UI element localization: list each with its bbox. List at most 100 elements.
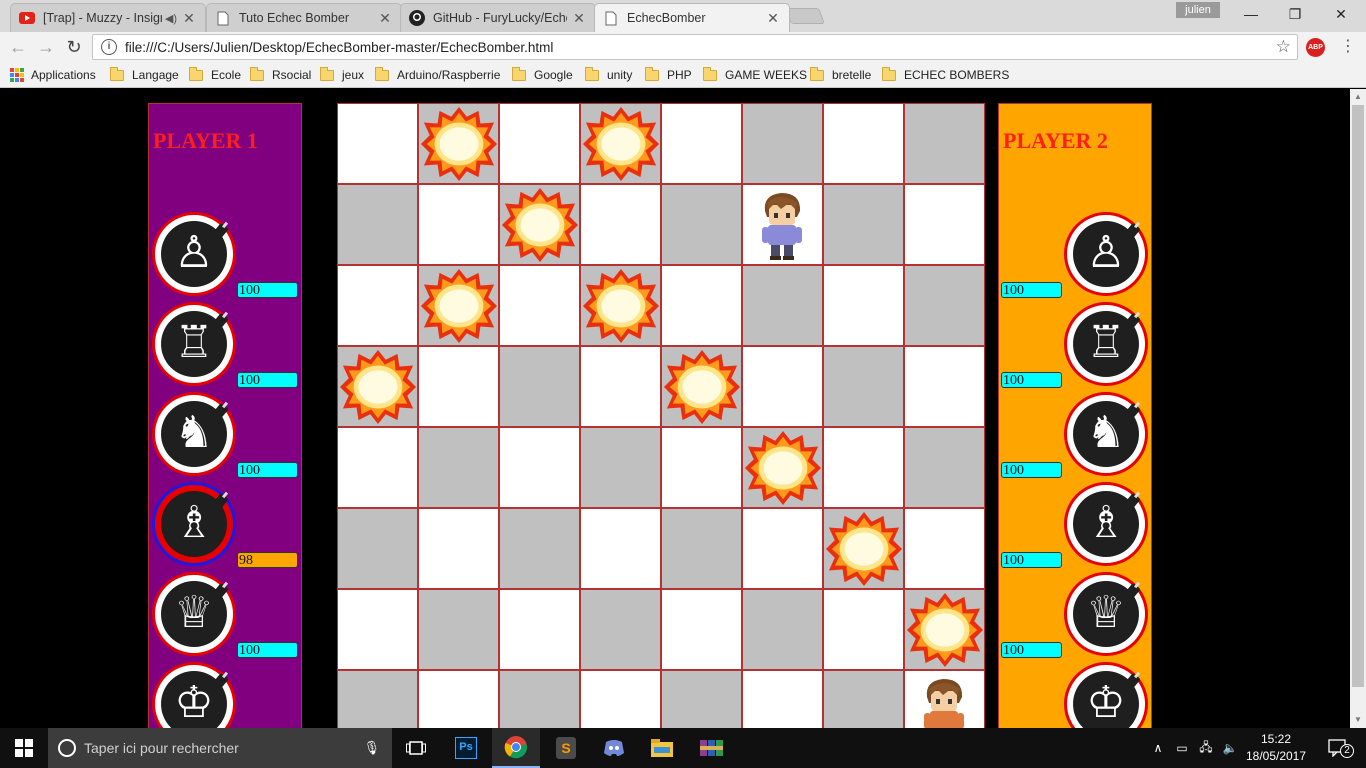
board-cell[interactable]	[580, 265, 661, 346]
player1-queen-token[interactable]: ♕	[152, 572, 236, 656]
bookmark-bretelle[interactable]: bretelle	[810, 66, 871, 83]
board-cell[interactable]	[499, 346, 580, 427]
board-cell[interactable]	[499, 670, 580, 728]
board-cell[interactable]	[742, 184, 823, 265]
scroll-up-icon[interactable]: ▲	[1350, 89, 1366, 105]
board-cell[interactable]	[904, 508, 985, 589]
close-tab-icon[interactable]: ✕	[571, 10, 587, 27]
board-cell[interactable]	[904, 103, 985, 184]
player1-king-token[interactable]: ♔	[152, 662, 236, 728]
board-cell[interactable]	[337, 265, 418, 346]
board-cell[interactable]	[661, 346, 742, 427]
board-cell[interactable]	[499, 589, 580, 670]
board-cell[interactable]	[580, 670, 661, 728]
board-cell[interactable]	[337, 508, 418, 589]
bookmark-php[interactable]: PHP	[645, 66, 692, 83]
page-scrollbar[interactable]: ▲ ▼	[1350, 89, 1366, 728]
player2-knight-token[interactable]: ♞	[1064, 392, 1148, 476]
network-icon[interactable]: 🖧	[1196, 728, 1216, 768]
close-tab-icon[interactable]: ✕	[377, 10, 393, 27]
board-cell[interactable]	[499, 184, 580, 265]
tab-github[interactable]: GitHub - FuryLucky/Eche ✕	[400, 3, 596, 32]
bookmark-star-icon[interactable]: ☆	[1276, 37, 1291, 57]
board-cell[interactable]	[904, 427, 985, 508]
speaker-icon[interactable]: ◀)	[165, 12, 177, 25]
player2-bishop-token[interactable]: ♗	[1064, 482, 1148, 566]
board-cell[interactable]	[904, 670, 985, 728]
board-cell[interactable]	[418, 427, 499, 508]
board-cell[interactable]	[742, 508, 823, 589]
board-cell[interactable]	[823, 508, 904, 589]
adblock-extension-icon[interactable]: ABP	[1306, 38, 1325, 57]
photoshop-icon[interactable]: Ps	[442, 728, 490, 768]
new-tab-button[interactable]	[785, 8, 825, 24]
sublime-icon[interactable]: S	[542, 728, 590, 768]
bookmark-ecole[interactable]: Ecole	[189, 66, 241, 83]
board-cell[interactable]	[661, 427, 742, 508]
board-cell[interactable]	[418, 265, 499, 346]
profile-button[interactable]: julien	[1176, 2, 1220, 18]
board-cell[interactable]	[823, 184, 904, 265]
board-cell[interactable]	[337, 346, 418, 427]
discord-icon[interactable]	[590, 728, 638, 768]
address-bar[interactable]: i file:///C:/Users/Julien/Desktop/EchecB…	[92, 34, 1298, 60]
player1-pawn-token[interactable]: ♙	[152, 212, 236, 296]
board-cell[interactable]	[823, 346, 904, 427]
bookmark-unity[interactable]: unity	[585, 66, 632, 83]
system-clock[interactable]: 15:22 18/05/2017	[1244, 731, 1308, 765]
board-cell[interactable]	[580, 427, 661, 508]
windows-start-icon[interactable]	[0, 728, 48, 768]
notifications-icon[interactable]: 2	[1318, 728, 1358, 768]
scrollbar-thumb[interactable]	[1352, 105, 1364, 687]
microphone-icon[interactable]: 🎙	[363, 740, 380, 756]
tab-tuto[interactable]: Tuto Echec Bomber ✕	[206, 3, 402, 32]
close-tab-icon[interactable]: ✕	[181, 10, 197, 27]
battery-icon[interactable]: ▭	[1172, 728, 1192, 768]
scroll-down-icon[interactable]: ▼	[1350, 712, 1366, 728]
board-cell[interactable]	[742, 346, 823, 427]
board-cell[interactable]	[418, 670, 499, 728]
board-cell[interactable]	[904, 265, 985, 346]
volume-icon[interactable]: 🔈	[1220, 728, 1240, 768]
player2-pawn-token[interactable]: ♙	[1064, 212, 1148, 296]
player1-knight-token[interactable]: ♞	[152, 392, 236, 476]
board-cell[interactable]	[337, 670, 418, 728]
board-cell[interactable]	[499, 427, 580, 508]
board-cell[interactable]	[742, 427, 823, 508]
board-cell[interactable]	[580, 103, 661, 184]
board-cell[interactable]	[661, 103, 742, 184]
task-view-icon[interactable]	[392, 728, 440, 768]
info-icon[interactable]: i	[101, 39, 117, 55]
forward-arrow-icon[interactable]: →	[36, 37, 56, 57]
menu-icon[interactable]: ⋮	[1340, 38, 1356, 58]
player2-king-token[interactable]: ♔	[1064, 662, 1148, 728]
player1-rook-token[interactable]: ♖	[152, 302, 236, 386]
board-cell[interactable]	[904, 184, 985, 265]
board-cell[interactable]	[418, 508, 499, 589]
player1-bishop-token[interactable]: ♗	[152, 482, 236, 566]
board-cell[interactable]	[742, 589, 823, 670]
minimize-icon[interactable]: —	[1228, 0, 1274, 28]
close-window-icon[interactable]: ✕	[1318, 0, 1364, 28]
winrar-icon[interactable]	[688, 728, 736, 768]
board-cell[interactable]	[499, 103, 580, 184]
board-cell[interactable]	[418, 589, 499, 670]
bookmark-rsocial[interactable]: Rsocial	[250, 66, 311, 83]
player2-rook-token[interactable]: ♖	[1064, 302, 1148, 386]
player2-queen-token[interactable]: ♕	[1064, 572, 1148, 656]
board-cell[interactable]	[499, 265, 580, 346]
tray-chevron-icon[interactable]: ∧	[1150, 728, 1166, 768]
board-cell[interactable]	[418, 103, 499, 184]
restore-icon[interactable]: ❐	[1272, 0, 1318, 28]
bookmark-applications[interactable]: Applications	[10, 67, 96, 83]
bookmark-google[interactable]: Google	[512, 66, 573, 83]
board-cell[interactable]	[823, 589, 904, 670]
reload-icon[interactable]: ↻	[64, 37, 84, 57]
board-cell[interactable]	[661, 589, 742, 670]
chrome-icon[interactable]	[492, 728, 540, 768]
board-cell[interactable]	[337, 184, 418, 265]
board-cell[interactable]	[337, 427, 418, 508]
back-arrow-icon[interactable]: ←	[8, 37, 28, 57]
board-cell[interactable]	[661, 670, 742, 728]
board-cell[interactable]	[904, 589, 985, 670]
